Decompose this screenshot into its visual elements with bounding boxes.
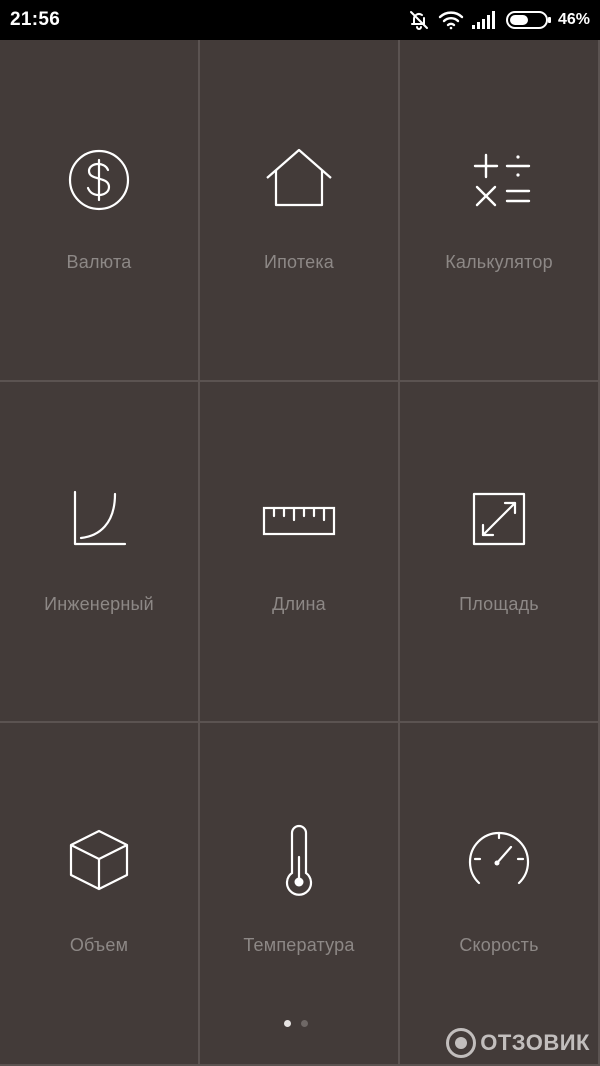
tile-area[interactable]: Площадь [400, 382, 600, 723]
tile-label: Температура [243, 935, 355, 955]
status-time: 21:56 [10, 9, 61, 30]
converter-grid: Валюта Ипотека Калькулятор Инженерный Дл… [0, 40, 600, 1066]
tile-label: Калькулятор [445, 252, 553, 272]
watermark-text: ОТЗОВИК [480, 1030, 590, 1055]
tile-label: Ипотека [263, 252, 335, 272]
tile-label: Объем [69, 935, 129, 955]
tile-speed[interactable]: Скорость [400, 723, 600, 1066]
page-dot-active[interactable] [284, 1020, 291, 1027]
house-icon [259, 140, 339, 220]
tile-label: Площадь [459, 594, 539, 614]
wifi-icon [438, 10, 464, 30]
battery-percent: 46% [557, 11, 590, 28]
status-icons: 46% [408, 9, 590, 31]
tile-mortgage[interactable]: Ипотека [200, 40, 400, 382]
cube-icon [59, 821, 139, 901]
calculator-icon [459, 140, 539, 220]
watermark-logo-icon [446, 1028, 477, 1058]
tile-label: Скорость [459, 935, 539, 955]
page-indicator [284, 1020, 308, 1027]
tile-volume[interactable]: Объем [0, 723, 200, 1066]
otzovik-watermark: ОТЗОВИК [446, 1028, 590, 1058]
status-bar: 21:56 46% [0, 0, 600, 40]
thermometer-icon [259, 821, 339, 901]
tile-label: Длина [272, 594, 326, 614]
battery-icon [505, 10, 552, 30]
dollar-icon [59, 140, 139, 220]
tile-temperature[interactable]: Температура [200, 723, 400, 1066]
mute-icon [408, 9, 430, 31]
tile-currency[interactable]: Валюта [0, 40, 200, 382]
ruler-icon [259, 480, 339, 560]
tile-engineering[interactable]: Инженерный [0, 382, 200, 723]
tile-calculator[interactable]: Калькулятор [400, 40, 600, 382]
speedometer-icon [459, 821, 539, 901]
page-dot[interactable] [301, 1020, 308, 1027]
signal-icon [471, 11, 496, 29]
curve-graph-icon [59, 480, 139, 560]
tile-length[interactable]: Длина [200, 382, 400, 723]
tile-label: Инженерный [44, 594, 154, 614]
tile-label: Валюта [66, 252, 132, 272]
area-resize-icon [459, 480, 539, 560]
